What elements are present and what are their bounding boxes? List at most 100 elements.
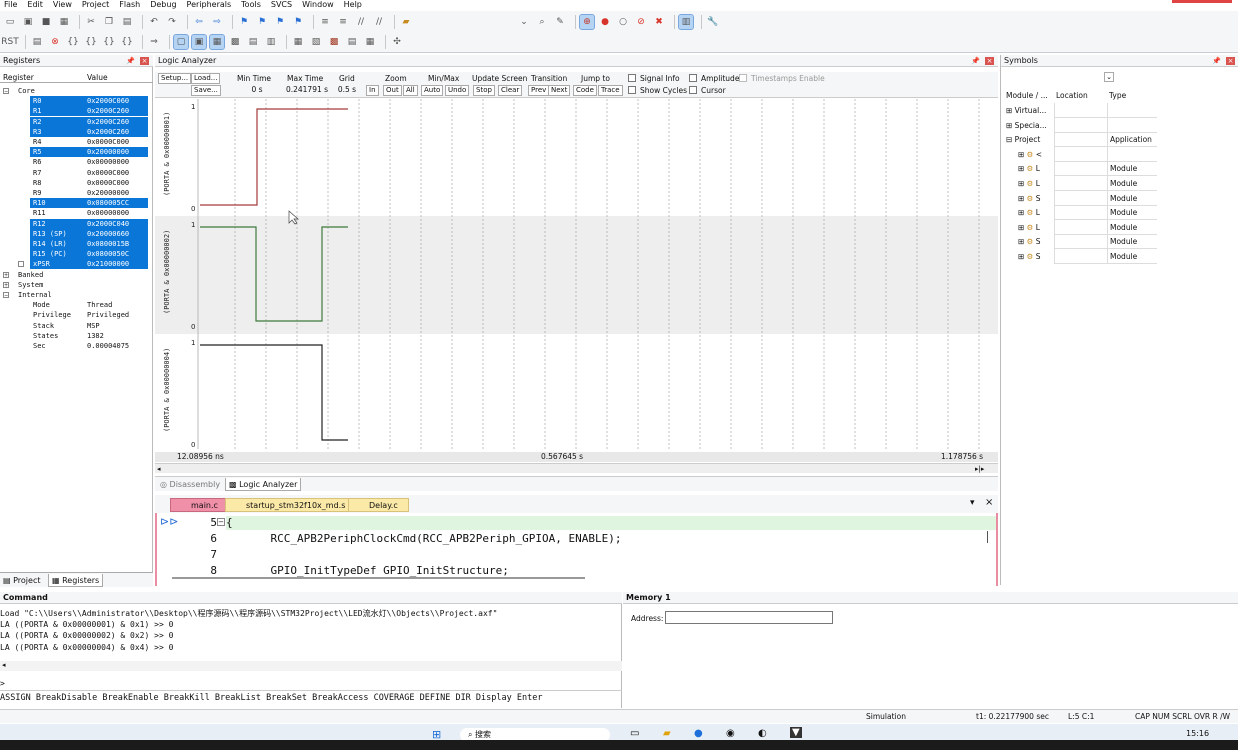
register-row[interactable]: R14 (LR) 0x0800015B xyxy=(0,239,153,249)
configure-icon[interactable]: ✎ xyxy=(553,15,567,29)
app-icon[interactable]: ◉ xyxy=(726,728,735,739)
debug-session-icon[interactable]: ⊕ xyxy=(579,13,595,30)
signal-trace-3[interactable] xyxy=(200,344,348,441)
command-hscroll[interactable]: ◂ xyxy=(0,661,622,671)
breakpoint-icon[interactable]: ● xyxy=(598,15,612,29)
load-button[interactable]: Load... xyxy=(191,73,221,84)
fold-toggle-icon[interactable]: − xyxy=(217,518,225,526)
step-into-icon[interactable]: {} xyxy=(66,35,80,49)
code-line[interactable]: GPIO_InitTypeDef GPIO_InitStructure; xyxy=(244,564,508,577)
timestamps-checkbox[interactable] xyxy=(739,74,747,82)
register-value[interactable]: 0x0800050C xyxy=(87,249,129,259)
expand-icon[interactable]: ⊞ xyxy=(1018,237,1027,246)
register-value[interactable]: 0x0800015B xyxy=(87,239,129,249)
breakpoint-toggle-icon[interactable]: ⊘ xyxy=(634,15,648,29)
bookmark-icon[interactable]: ⚑ xyxy=(237,15,251,29)
column-type[interactable]: Type xyxy=(1107,88,1157,103)
code-editor[interactable]: ⊳⊳ − 5 {6 RCC_APB2PeriphClockCmd(RCC_APB2… xyxy=(155,513,998,586)
tab-registers[interactable]: ▦ Registers xyxy=(48,574,104,587)
pin-icon[interactable]: 📌 xyxy=(126,55,135,67)
bookmark-clear-icon[interactable]: ⚑ xyxy=(291,15,305,29)
register-row[interactable]: R12 0x2000C040 xyxy=(0,218,153,229)
symbol-row[interactable]: ⊞ ⚙ < xyxy=(1004,146,1157,162)
editor-hscroll-thumb[interactable] xyxy=(172,577,585,579)
expand-icon[interactable]: ⊞ xyxy=(1018,164,1027,173)
tab-startup-s[interactable]: startup_stm32f10x_md.s xyxy=(225,498,357,512)
keil-app-icon[interactable]: ▼ xyxy=(790,727,802,738)
expand-icon[interactable]: ⊞ xyxy=(1018,179,1027,188)
register-row[interactable]: − Internal xyxy=(0,290,153,300)
pin-icon[interactable]: 📌 xyxy=(1212,55,1221,67)
nav-forward-icon[interactable]: ⇨ xyxy=(210,15,224,29)
register-row[interactable]: R0 0x2000C060 xyxy=(0,96,153,107)
horizontal-scrollbar[interactable]: ◂ ▸|▸ xyxy=(155,463,998,473)
uncomment-icon[interactable]: // xyxy=(372,15,386,29)
code-line[interactable]: RCC_APB2PeriphClockCmd(RCC_APB2Periph_GP… xyxy=(244,532,621,545)
register-value[interactable]: 0x080005CC xyxy=(87,198,129,208)
undo-icon[interactable]: ↶ xyxy=(147,15,161,29)
expand-icon[interactable]: + xyxy=(3,271,9,278)
save-button[interactable]: Save... xyxy=(191,85,221,96)
menu-project[interactable]: Project xyxy=(82,1,109,9)
register-row[interactable]: R9 0x20000000 xyxy=(0,188,153,198)
trace-window-icon[interactable]: ▤ xyxy=(345,35,359,49)
register-value[interactable]: 0x20000000 xyxy=(87,188,129,198)
register-value[interactable]: 0x21000000 xyxy=(87,259,129,269)
indent-icon[interactable]: ≡ xyxy=(318,15,332,29)
register-row[interactable]: Mode Thread xyxy=(0,300,153,310)
register-value[interactable]: 0x2000C260 xyxy=(87,106,129,116)
comment-icon[interactable]: // xyxy=(354,15,368,29)
menu-tools[interactable]: Tools xyxy=(241,1,261,9)
register-row[interactable]: R3 0x2000C260 xyxy=(0,126,153,137)
register-row[interactable]: + System xyxy=(0,280,153,290)
waveform-area[interactable]: (PORTA & 0x00000001) 1 0 (PORTA & 0x0000000… xyxy=(155,99,998,455)
run-icon[interactable]: ▤ xyxy=(30,35,44,49)
save-all-icon[interactable]: ▦ xyxy=(57,15,71,29)
signal-trace-1[interactable] xyxy=(200,108,348,206)
register-value[interactable]: 0.00004075 xyxy=(87,341,129,351)
register-row[interactable]: Stack MSP xyxy=(0,321,153,331)
collapse-icon[interactable]: ⊟ xyxy=(1006,135,1015,144)
breakpoint-disabled-icon[interactable]: ○ xyxy=(616,15,630,29)
reset-icon[interactable]: RST xyxy=(1,35,18,49)
command-window-icon[interactable]: ▢ xyxy=(173,34,189,50)
register-row[interactable]: R13 (SP) 0x20000660 xyxy=(0,228,153,239)
window-layout-icon[interactable]: ▥ xyxy=(678,13,694,30)
amplitude-checkbox[interactable] xyxy=(689,74,697,82)
register-row[interactable]: + Banked xyxy=(0,270,153,280)
next-button[interactable]: Next xyxy=(548,85,571,96)
step-over-icon[interactable]: {} xyxy=(84,35,98,49)
wrench-icon[interactable]: 🔧 xyxy=(706,15,720,29)
menu-file[interactable]: File xyxy=(4,1,17,9)
close-editor-icon[interactable]: × xyxy=(985,497,993,508)
breakpoint-kill-icon[interactable]: ✖ xyxy=(652,15,666,29)
signal-name-label[interactable]: (PORTA & 0x00000004) xyxy=(163,348,171,432)
register-value[interactable]: 0x20000660 xyxy=(87,229,129,239)
register-value[interactable]: 0x2000C040 xyxy=(87,219,129,229)
vertical-scrollbar[interactable] xyxy=(987,531,988,543)
paste-icon[interactable]: ▤ xyxy=(120,15,134,29)
disassembly-window-icon[interactable]: ▣ xyxy=(191,34,207,50)
expand-icon[interactable]: ⊞ xyxy=(1006,106,1015,115)
symbol-row[interactable]: ⊞ ⚙ S Module xyxy=(1004,249,1157,264)
show-cycles-checkbox[interactable] xyxy=(628,86,636,94)
jump-trace-button[interactable]: Trace xyxy=(598,85,623,96)
scroll-left-icon[interactable]: ◂ xyxy=(157,465,161,473)
register-row[interactable]: R1 0x2000C260 xyxy=(0,106,153,117)
menu-help[interactable]: Help xyxy=(344,1,362,9)
register-value[interactable]: 0x20000000 xyxy=(87,147,129,157)
menu-peripherals[interactable]: Peripherals xyxy=(187,1,232,9)
symbol-row[interactable]: ⊞ ⚙ L Module xyxy=(1004,205,1157,221)
cut-icon[interactable]: ✂ xyxy=(84,15,98,29)
signal-name-label[interactable]: (PORTA & 0x00000002) xyxy=(163,230,171,314)
close-icon[interactable]: × xyxy=(140,57,149,65)
register-value[interactable]: 0x0000C000 xyxy=(87,168,129,178)
expand-icon[interactable]: ⊞ xyxy=(1018,252,1027,261)
register-row[interactable]: R6 0x00000000 xyxy=(0,157,153,167)
expand-icon[interactable]: ⊞ xyxy=(1018,223,1027,232)
auto-button[interactable]: Auto xyxy=(421,85,444,96)
menu-svcs[interactable]: SVCS xyxy=(271,1,292,9)
symbol-row[interactable]: ⊞ ⚙ L Module xyxy=(1004,219,1157,235)
register-value[interactable]: 0x0000C000 xyxy=(87,178,129,188)
copy-icon[interactable]: ❐ xyxy=(102,15,116,29)
